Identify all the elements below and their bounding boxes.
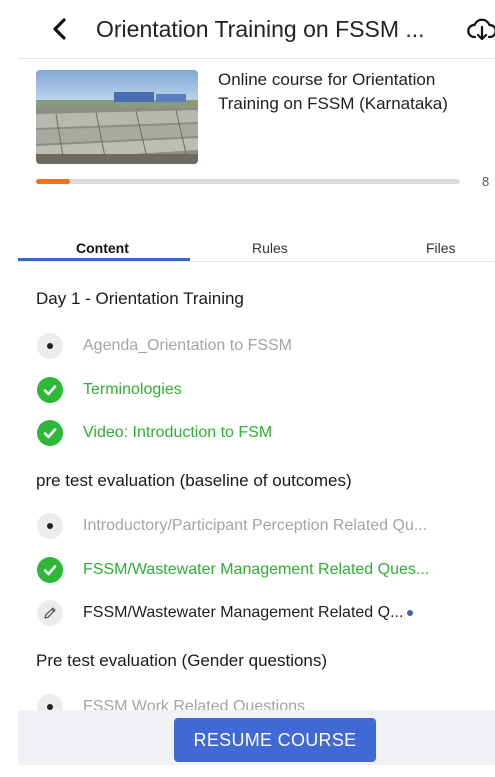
app-header: Orientation Training on FSSM ... [0, 0, 495, 58]
tab-rules[interactable]: Rules [252, 238, 288, 258]
list-item[interactable]: Video: Introduction to FSM [35, 418, 495, 448]
page-title: Orientation Training on FSSM ... [96, 16, 425, 42]
course-progress-bar [36, 179, 460, 184]
section-title: Day 1 - Orientation Training [36, 289, 244, 308]
course-progress-fill [36, 179, 70, 184]
check-circle-icon [37, 377, 63, 403]
list-item-label: FSSM Work Related Questions [83, 698, 306, 710]
header-divider [18, 58, 495, 59]
section-title: Pre test evaluation (Gender questions) [36, 651, 328, 670]
back-button[interactable] [44, 14, 74, 44]
list-item[interactable]: Introductory/Participant Perception Rela… [35, 511, 495, 541]
tab-content[interactable]: Content [76, 238, 129, 258]
pencil-icon [37, 600, 63, 626]
tab-files[interactable]: Files [426, 238, 456, 258]
check-circle-icon [37, 557, 63, 583]
list-item[interactable]: FSSM/Wastewater Management Related Ques.… [35, 555, 495, 585]
download-button[interactable] [467, 15, 495, 45]
course-progress-text: 8 [482, 174, 490, 189]
unread-indicator [407, 610, 414, 616]
list-item-label: Video: Introduction to FSM [83, 424, 273, 441]
cloud-download-icon [467, 18, 495, 41]
list-item-label: FSSM/Wastewater Management Related Q... [83, 604, 404, 621]
list-item[interactable]: Agenda_Orientation to FSSM [35, 331, 495, 361]
list-item-label: Terminologies [83, 381, 182, 398]
course-thumbnail [36, 70, 198, 164]
dot-circle-icon [37, 513, 63, 539]
course-description: Online course for Orientation Training o… [218, 70, 448, 113]
course-content-list[interactable]: Day 1 - Orientation Training Agenda_Orie… [18, 262, 495, 710]
list-item[interactable]: FSSM Work Related Questions [35, 692, 495, 710]
list-item-label: FSSM/Wastewater Management Related Ques.… [83, 561, 430, 578]
dot-circle-icon [37, 694, 63, 710]
list-item-label: Agenda_Orientation to FSSM [83, 337, 293, 354]
check-circle-icon [37, 420, 63, 446]
dot-circle-icon [37, 333, 63, 359]
list-item[interactable]: FSSM/Wastewater Management Related Q... [35, 598, 495, 628]
chevron-left-icon [53, 18, 66, 40]
list-item[interactable]: Terminologies [35, 375, 495, 405]
section-title: pre test evaluation (baseline of outcome… [36, 471, 352, 490]
resume-course-button[interactable]: RESUME COURSE [174, 718, 376, 762]
list-item-label: Introductory/Participant Perception Rela… [83, 517, 428, 534]
